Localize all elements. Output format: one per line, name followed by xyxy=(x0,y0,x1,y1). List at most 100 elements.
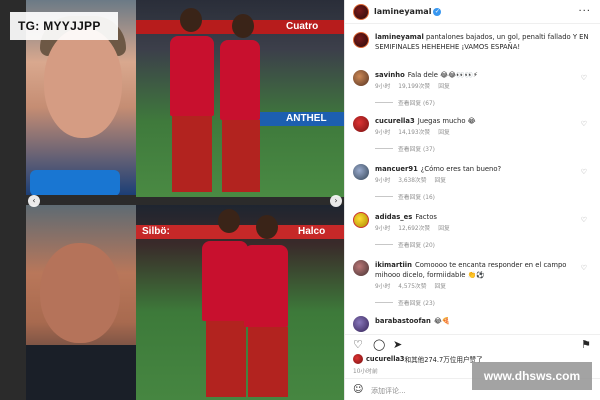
avatar[interactable] xyxy=(353,116,369,132)
comment-bubble-icon[interactable]: ◯ xyxy=(373,339,385,350)
avatar[interactable] xyxy=(353,316,369,332)
comment-username[interactable]: ikimartiin xyxy=(375,261,412,269)
comment-item: mancuer91 ¿Cómo eres tan bueno? 9小时 3,638次… xyxy=(353,164,593,201)
like-heart-icon[interactable]: ♡ xyxy=(353,339,363,350)
watermark-top-text: TG: MYYJJPP xyxy=(18,19,101,33)
heart-icon[interactable]: ♡ xyxy=(581,168,587,176)
comment-age: 9小时 xyxy=(375,84,391,90)
likes-username[interactable]: cucurella3 xyxy=(366,355,405,363)
share-send-icon[interactable]: ➤ xyxy=(393,339,402,350)
heart-icon[interactable]: ♡ xyxy=(581,120,587,128)
reply-button[interactable]: 回复 xyxy=(438,226,450,232)
player-jersey xyxy=(244,245,288,327)
comment-text: 😂🍕 xyxy=(433,317,451,325)
likes-line: cucurella3 和其他274.7万位用户赞了 xyxy=(353,354,483,364)
match-photo-top[interactable]: Cuatro ANTHEL xyxy=(136,0,344,197)
comment-text: Juegas mucho 😂 xyxy=(417,117,476,125)
comment-item: savinho Fala dele 😂😂👀👀⚡ 9小时 19,199次赞 回复 ♡ 查… xyxy=(353,70,593,107)
comment-text: Fala dele 😂😂👀👀⚡ xyxy=(407,71,478,79)
player-jersey xyxy=(202,241,248,321)
watermark-top: TG: MYYJJPP xyxy=(10,12,118,40)
avatar[interactable] xyxy=(353,70,369,86)
comment-text: ¿Cómo eres tan bueno? xyxy=(420,165,502,173)
reply-button[interactable]: 回复 xyxy=(435,178,447,184)
avatar[interactable] xyxy=(353,212,369,228)
player-shorts xyxy=(206,321,246,397)
player-jersey xyxy=(220,40,260,120)
match-photo-bottom[interactable]: Silbö: Halco xyxy=(136,205,344,400)
watermark-bottom-text: www.dhsws.com xyxy=(483,369,581,383)
comment-item: cucurella3 Juegas mucho 😂 9小时 14,193次赞 回复 ♡… xyxy=(353,116,593,153)
player-head xyxy=(232,14,254,38)
heart-icon[interactable]: ♡ xyxy=(581,264,587,272)
pundit-photo-bottom xyxy=(26,205,136,400)
add-comment-input[interactable]: 添加评论... xyxy=(371,386,406,396)
comment-age: 9小时 xyxy=(375,226,391,232)
likes-text[interactable]: 和其他274.7万位用户赞了 xyxy=(405,354,483,364)
reply-button[interactable]: 回复 xyxy=(438,84,450,90)
comment-text: Factos xyxy=(415,213,437,221)
player-shorts xyxy=(172,116,212,192)
comment-username[interactable]: barabastoofan xyxy=(375,317,431,325)
comment-age: 9小时 xyxy=(375,284,391,290)
view-replies-button[interactable]: 查看回复 (20) xyxy=(398,240,435,249)
comment-item: barabastoofan 😂🍕 xyxy=(353,316,593,332)
post-timestamp: 10小时前 xyxy=(353,369,378,375)
post-actions-bar: ♡ ◯ ➤ ⚑ xyxy=(345,334,600,352)
prev-arrow-icon[interactable]: ‹ xyxy=(28,195,40,207)
view-replies-button[interactable]: 查看回复 (16) xyxy=(398,192,435,201)
avatar[interactable] xyxy=(353,164,369,180)
comment-username[interactable]: savinho xyxy=(375,71,405,79)
caption-text-block: lamineyamal pantalones bajados, un gol, … xyxy=(375,32,593,52)
post-header: lamineyamal ✓ ··· xyxy=(345,0,600,24)
microphone-shape xyxy=(30,170,120,195)
comment-username[interactable]: cucurella3 xyxy=(375,117,415,125)
divider xyxy=(375,102,393,103)
ad-board-text: Silbö: xyxy=(142,226,170,237)
shirt-shape xyxy=(26,345,136,400)
player-head xyxy=(180,8,202,32)
view-replies-button[interactable]: 查看回复 (37) xyxy=(398,144,435,153)
divider xyxy=(375,148,393,149)
left-border xyxy=(0,0,26,400)
face-shape xyxy=(40,243,120,343)
comment-likes[interactable]: 3,638次赞 xyxy=(398,178,426,184)
bookmark-icon[interactable]: ⚑ xyxy=(581,339,591,350)
heart-icon[interactable]: ♡ xyxy=(581,74,587,82)
next-arrow-icon[interactable]: › xyxy=(330,195,342,207)
instagram-panel: lamineyamal ✓ ··· lamineyamal pantalones… xyxy=(344,0,600,400)
more-options-icon[interactable]: ··· xyxy=(578,6,591,17)
comment-likes[interactable]: 19,199次赞 xyxy=(398,84,430,90)
comment-likes[interactable]: 12,692次赞 xyxy=(398,226,430,232)
post-username[interactable]: lamineyamal xyxy=(374,7,431,16)
comment-item: ikimartiin Comoooo te encanta responder e… xyxy=(353,260,593,307)
comment-likes[interactable]: 14,193次赞 xyxy=(398,130,430,136)
comment-item: adidas_es Factos 9小时 12,692次赞 回复 ♡ 查看回复 (20… xyxy=(353,212,593,249)
divider xyxy=(375,196,393,197)
comment-username[interactable]: adidas_es xyxy=(375,213,412,221)
heart-icon[interactable]: ♡ xyxy=(581,216,587,224)
player-head xyxy=(256,215,278,239)
ad-board-text: Halco xyxy=(298,226,326,237)
comment-likes[interactable]: 4,575次赞 xyxy=(398,284,426,290)
view-replies-button[interactable]: 查看回复 (67) xyxy=(398,98,435,107)
reply-button[interactable]: 回复 xyxy=(435,284,447,290)
avatar[interactable] xyxy=(353,32,369,48)
avatar[interactable] xyxy=(353,3,369,20)
reply-button[interactable]: 回复 xyxy=(438,130,450,136)
caption-username[interactable]: lamineyamal xyxy=(375,33,424,41)
comment-username[interactable]: mancuer91 xyxy=(375,165,418,173)
post-caption: lamineyamal pantalones bajados, un gol, … xyxy=(353,32,593,52)
ad-board-text: Cuatro xyxy=(286,21,319,32)
divider xyxy=(375,244,393,245)
emoji-icon[interactable]: ☺ xyxy=(353,384,363,395)
view-replies-button[interactable]: 查看回复 (23) xyxy=(398,298,435,307)
ad-board-text: ANTHEL xyxy=(286,113,327,124)
comment-age: 9小时 xyxy=(375,178,391,184)
watermark-bottom: www.dhsws.com xyxy=(472,362,592,390)
player-shorts xyxy=(222,120,260,192)
avatar[interactable] xyxy=(353,354,363,364)
divider xyxy=(375,302,393,303)
verified-badge-icon: ✓ xyxy=(433,7,442,16)
avatar[interactable] xyxy=(353,260,369,276)
